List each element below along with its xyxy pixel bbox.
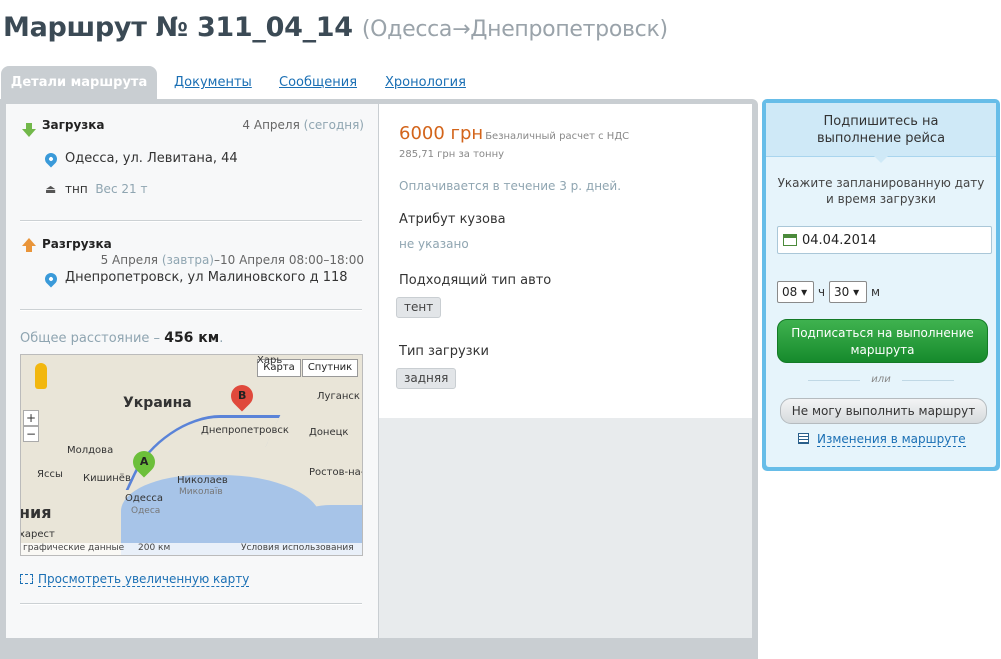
loading-date: 4 Апреля (сегодня): [242, 118, 364, 132]
route-info-column: Загрузка 4 Апреля (сегодня) Одесса, ул. …: [6, 104, 378, 638]
vehicle-type-tag: тент: [396, 297, 442, 318]
map-label: Харь: [257, 355, 283, 366]
loading-type-tag: задняя: [396, 368, 457, 389]
price: 6000 грн Безналичный расчет с НДС: [399, 123, 630, 144]
tab-documents[interactable]: Документы: [174, 75, 252, 90]
map-label: Яссы: [37, 469, 63, 480]
tab-chronology[interactable]: Хронология: [385, 75, 466, 90]
map-label: Миколаїв: [179, 487, 223, 497]
map-label: Николаев: [177, 475, 228, 486]
cargo-icon: ⏏: [45, 182, 57, 196]
zoom-in-button[interactable]: +: [23, 410, 39, 426]
loading-arrow-icon: [22, 123, 36, 137]
map-data-credit: графические данные: [23, 543, 125, 553]
enlarge-icon: [20, 574, 33, 584]
divider: [20, 603, 362, 605]
load-date-input[interactable]: [777, 226, 992, 254]
loading-address: Одесса, ул. Левитана, 44: [65, 151, 238, 166]
minute-label: м: [871, 285, 881, 299]
price-per-ton: 285,71 грн за тонну: [399, 149, 505, 160]
pegman-icon[interactable]: [35, 363, 47, 389]
map-label: Украина: [123, 395, 192, 411]
route-changes-link[interactable]: Изменения в маршруте: [798, 432, 966, 447]
map-pin-icon: [42, 270, 60, 288]
map-pin-icon: [42, 150, 60, 168]
map-label: Кишинёв: [83, 473, 131, 484]
subscribe-box-inner: Подпишитесь на выполнение рейса Укажите …: [766, 103, 996, 467]
price-column: 6000 грн Безналичный расчет с НДС 285,71 …: [379, 104, 752, 638]
payment-terms: Оплачивается в течение 3 р. дней.: [399, 179, 622, 193]
price-block: 6000 грн Безналичный расчет с НДС 285,71 …: [379, 104, 752, 418]
unloading-address: Днепропетровск, ул Малиновского д 118: [65, 270, 348, 285]
body-attribute-value: не указано: [399, 237, 469, 251]
subscribe-title: Подпишитесь на выполнение рейса: [766, 103, 996, 163]
total-distance: Общее расстояние – 456 км.: [20, 330, 224, 346]
or-separator: или: [766, 374, 996, 385]
map-label: Ростов-на-: [309, 467, 363, 478]
route-number: Маршрут № 311_04_14: [3, 12, 353, 43]
map-footer: графические данные 200 км Условия исполь…: [21, 543, 362, 555]
calendar-icon[interactable]: [783, 234, 797, 246]
tab-bar: Детали маршрута Документы Сообщения Хрон…: [0, 66, 760, 100]
map-label: Луганск: [317, 391, 360, 402]
zoom-out-button[interactable]: −: [23, 426, 39, 442]
list-icon: [798, 433, 809, 444]
enlarge-map-link[interactable]: Просмотреть увеличенную карту: [20, 572, 250, 587]
vehicle-type-label: Подходящий тип авто: [399, 273, 552, 288]
subscribe-button[interactable]: Подписаться на выполнение маршрута: [777, 319, 988, 363]
map-label: Одеса: [131, 506, 161, 516]
map-label: харест: [20, 529, 55, 540]
marker-b-icon[interactable]: B: [226, 380, 258, 412]
route-map[interactable]: + − Карта Спутник Харь Украина Луганск Д…: [20, 354, 363, 556]
map-label: Днепропетровск: [201, 425, 289, 436]
details-panel: Загрузка 4 Апреля (сегодня) Одесса, ул. …: [0, 99, 758, 659]
map-label: ния: [20, 503, 52, 522]
decline-button[interactable]: Не могу выполнить маршрут: [780, 398, 987, 424]
satellite-type-button[interactable]: Спутник: [302, 359, 358, 377]
divider: [20, 309, 362, 311]
tab-route-details[interactable]: Детали маршрута: [1, 66, 157, 100]
loading-type-label: Тип загрузки: [399, 344, 489, 359]
subscribe-hint: Укажите запланированную дату и время заг…: [777, 176, 985, 206]
map-label: Одесса: [125, 493, 164, 504]
map-terms-link[interactable]: Условия использования: [241, 543, 354, 553]
unloading-date: 5 Апреля (завтра)–10 Апреля 08:00–18:00: [100, 253, 364, 267]
minute-select[interactable]: 30 ▾: [829, 281, 867, 303]
divider: [20, 220, 362, 222]
unloading-heading: Разгрузка: [42, 237, 112, 251]
subscribe-box: Подпишитесь на выполнение рейса Укажите …: [762, 99, 1000, 471]
cargo-info: тнп Вес 21 т: [65, 182, 148, 196]
tab-messages[interactable]: Сообщения: [279, 75, 357, 90]
hour-label: ч: [818, 285, 826, 299]
route-cities: (Одесса→Днепропетровск): [361, 17, 668, 42]
map-label: Донецк: [309, 427, 349, 438]
map-scale: 200 км: [138, 543, 171, 553]
body-attribute-label: Атрибут кузова: [399, 212, 506, 227]
hour-select[interactable]: 08 ▾: [777, 281, 814, 303]
unloading-arrow-icon: [22, 238, 36, 252]
loading-heading: Загрузка: [42, 118, 105, 132]
map-label: Молдова: [67, 445, 114, 456]
page-title: Маршрут № 311_04_14 (Одесса→Днепропетров…: [3, 12, 668, 43]
